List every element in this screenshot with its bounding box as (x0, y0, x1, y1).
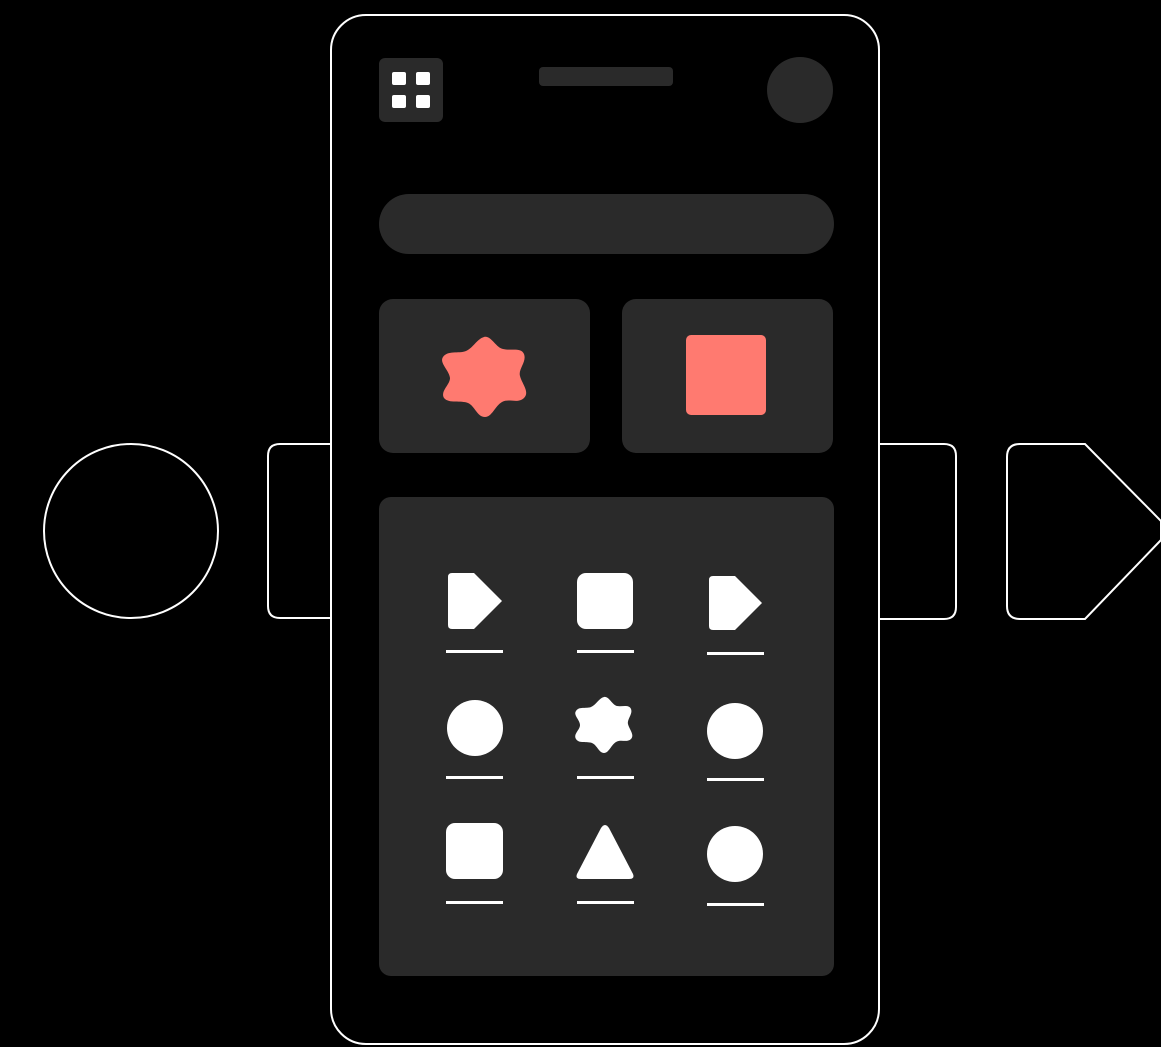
search-bar[interactable] (379, 194, 834, 254)
blob-icon (442, 336, 527, 417)
grid-item[interactable] (446, 700, 503, 779)
feature-card-square[interactable] (622, 299, 833, 453)
grid-icon (416, 95, 430, 108)
avatar[interactable] (767, 57, 833, 123)
item-underline (707, 778, 764, 781)
item-underline (577, 650, 634, 653)
item-underline (707, 903, 764, 906)
circle-outline-shape (43, 443, 219, 619)
item-underline (446, 901, 503, 904)
grid-icon (392, 72, 406, 85)
grid-item[interactable] (707, 703, 764, 781)
grid-item[interactable] (446, 573, 503, 653)
circle-icon (707, 826, 763, 882)
item-underline (577, 901, 634, 904)
item-underline (446, 650, 503, 653)
blob-icon (575, 696, 633, 753)
grid-icon (392, 95, 406, 108)
grid-item[interactable] (576, 825, 635, 904)
rounded-square-icon (446, 823, 503, 879)
grid-item[interactable] (577, 573, 634, 653)
feature-card-blob[interactable] (379, 299, 590, 453)
grid-item[interactable] (707, 576, 764, 655)
tag-outline-shape (1006, 443, 1161, 620)
item-underline (577, 776, 634, 779)
pentagon-tag-icon (448, 573, 502, 629)
circle-icon (707, 703, 763, 759)
grid-icon (416, 72, 430, 85)
title-placeholder (539, 67, 673, 86)
grid-item[interactable] (707, 826, 764, 906)
grid-item[interactable] (575, 696, 634, 779)
item-underline (707, 652, 764, 655)
grid-item[interactable] (446, 823, 503, 904)
canvas (0, 0, 1161, 1047)
phone-frame (330, 14, 880, 1045)
square-icon (686, 335, 766, 415)
pentagon-tag-icon (709, 576, 762, 630)
grid-menu-button[interactable] (379, 58, 443, 122)
rounded-square-icon (577, 573, 633, 629)
left-rect-outline-shape (267, 443, 330, 619)
right-rect-outline-shape (880, 443, 957, 620)
shape-grid (379, 497, 834, 976)
circle-icon (447, 700, 503, 756)
triangle-icon (576, 825, 634, 879)
item-underline (446, 776, 503, 779)
